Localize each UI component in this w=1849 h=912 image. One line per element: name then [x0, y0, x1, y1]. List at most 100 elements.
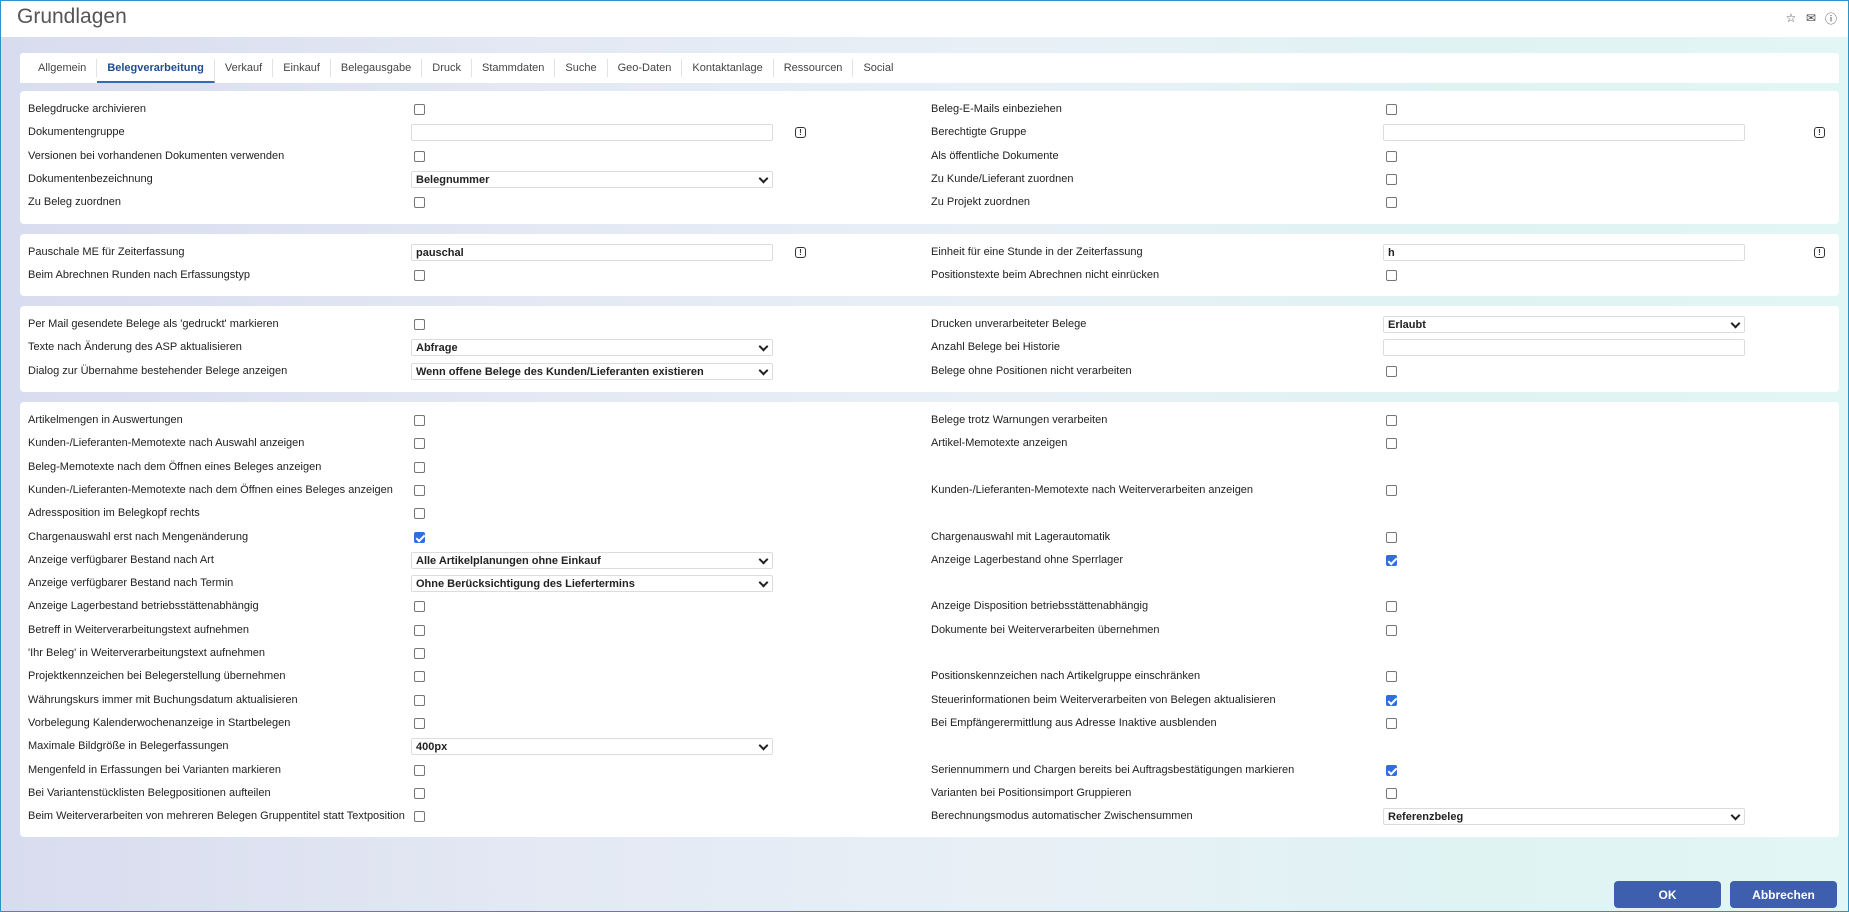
cancel-button[interactable]: Abbrechen	[1730, 881, 1837, 908]
checkbox[interactable]	[1386, 104, 1397, 115]
tab-geo-daten[interactable]: Geo-Daten	[608, 59, 683, 77]
text-field[interactable]	[1383, 339, 1745, 357]
title-icons: ☆ ✉ ⓘ	[1784, 11, 1838, 26]
text-field[interactable]: pauschal	[411, 243, 773, 261]
settings-section-1: Belegdrucke archivieren Beleg-E-Mails ein…	[20, 91, 1839, 224]
dropdown[interactable]: Referenzbeleg	[1383, 808, 1745, 826]
field-label: Betreff in Weiterverarbeitungstext aufne…	[28, 623, 249, 636]
settings-row: Anzeige verfügbarer Bestand nach Termin O…	[20, 574, 1839, 594]
settings-row: Beleg-Memotexte nach dem Öffnen eines Be…	[20, 458, 1839, 478]
star-icon[interactable]: ☆	[1784, 11, 1798, 25]
checkbox[interactable]	[414, 601, 425, 613]
checkbox[interactable]	[1386, 365, 1397, 377]
checkbox[interactable]	[414, 150, 425, 162]
text-field[interactable]	[1383, 124, 1745, 142]
field-label: Dialog zur Übernahme bestehender Belege …	[28, 364, 288, 377]
settings-row: Vorbelegung Kalenderwochenanzeige in Sta…	[20, 714, 1839, 734]
settings-row: 'Ihr Beleg' in Weiterverarbeitungstext a…	[20, 644, 1839, 664]
dropdown[interactable]: Ohne Berücksichtigung des Liefertermins	[411, 575, 773, 593]
tab-einkauf[interactable]: Einkauf	[273, 59, 331, 77]
dropdown[interactable]: Abfrage	[411, 339, 773, 357]
tab-allgemein[interactable]: Allgemein	[28, 59, 98, 77]
field-label: Artikel-Memotexte anzeigen	[931, 437, 1068, 450]
dropdown-value: Referenzbeleg	[1388, 811, 1464, 824]
settings-row: Chargenauswahl erst nach Mengenänderung C…	[20, 528, 1839, 548]
field-label: Maximale Bildgröße in Belegerfassungen	[28, 740, 229, 753]
checkbox[interactable]	[414, 269, 425, 281]
checkbox[interactable]	[1386, 601, 1397, 613]
checkbox[interactable]	[414, 694, 425, 706]
checkbox[interactable]	[414, 438, 425, 450]
ok-button[interactable]: OK	[1614, 881, 1721, 908]
tab-ressourcen[interactable]: Ressourcen	[774, 59, 854, 77]
info-icon[interactable]: !	[1814, 127, 1825, 139]
checkbox[interactable]	[1386, 438, 1397, 450]
field-label: Anzeige verfügbarer Bestand nach Termin	[28, 577, 234, 590]
checkbox[interactable]	[414, 671, 425, 683]
dropdown[interactable]: Wenn offene Belege des Kunden/Lieferante…	[411, 362, 773, 380]
checkbox[interactable]	[414, 484, 425, 496]
checkbox[interactable]	[414, 787, 425, 799]
dropdown[interactable]: 400px	[411, 738, 773, 756]
checkbox[interactable]	[414, 811, 425, 823]
field-label: Zu Projekt zuordnen	[931, 196, 1031, 209]
mail-icon[interactable]: ✉	[1804, 11, 1818, 25]
content-area: Allgemein Belegverarbeitung Verkauf Einkauf…	[1, 37, 1848, 911]
text-field[interactable]: h	[1383, 243, 1745, 261]
checkbox[interactable]	[1386, 173, 1397, 185]
tab-belegverarbeitung[interactable]: Belegverarbeitung	[97, 59, 215, 83]
tab-bar: Allgemein Belegverarbeitung Verkauf Einkauf…	[20, 53, 1839, 83]
settings-row: Kunden-/Lieferanten-Memotexte nach dem Ö…	[20, 481, 1839, 501]
field-label: Bei Empfängerermittlung aus Adresse Inak…	[931, 716, 1217, 729]
checkbox[interactable]	[1386, 764, 1397, 776]
info-icon[interactable]: !	[795, 246, 806, 258]
checkbox[interactable]	[1386, 197, 1397, 209]
checkbox[interactable]	[414, 764, 425, 776]
checkbox[interactable]	[414, 415, 425, 426]
checkbox[interactable]	[1386, 717, 1397, 729]
text-field[interactable]	[411, 124, 773, 142]
settings-section-3: Per Mail gesendete Belege als 'gedruckt'…	[20, 306, 1839, 392]
checkbox[interactable]	[414, 319, 425, 331]
checkbox[interactable]	[414, 104, 425, 115]
tab-social[interactable]: Social	[853, 59, 903, 77]
checkbox[interactable]	[1386, 269, 1397, 281]
checkbox[interactable]	[1386, 150, 1397, 162]
field-label: Vorbelegung Kalenderwochenanzeige in Sta…	[28, 716, 291, 729]
checkbox[interactable]	[1386, 624, 1397, 636]
field-label: Versionen bei vorhandenen Dokumenten ver…	[28, 149, 285, 162]
tab-belegausgabe[interactable]: Belegausgabe	[331, 59, 423, 77]
checkbox[interactable]	[1386, 694, 1397, 706]
checkbox[interactable]	[1386, 671, 1397, 683]
dropdown[interactable]: Alle Artikelplanungen ohne Einkauf	[411, 551, 773, 569]
dropdown[interactable]: Belegnummer	[411, 170, 773, 188]
dropdown[interactable]: Erlaubt	[1383, 316, 1745, 334]
settings-row: Artikelmengen in Auswertungen Belege trot…	[20, 411, 1839, 431]
checkbox[interactable]	[1386, 415, 1397, 426]
tab-verkauf[interactable]: Verkauf	[215, 59, 274, 77]
field-label: Anzeige Lagerbestand betriebsstättenabhä…	[28, 600, 259, 613]
tab-stammdaten[interactable]: Stammdaten	[472, 59, 556, 77]
checkbox[interactable]	[414, 648, 425, 659]
tab-druck[interactable]: Druck	[422, 59, 472, 77]
checkbox[interactable]	[414, 531, 425, 543]
help-icon[interactable]: ⓘ	[1824, 11, 1838, 26]
field-label: Belege trotz Warnungen verarbeiten	[931, 414, 1108, 426]
field-label: Belege ohne Positionen nicht verarbeiten	[931, 364, 1132, 377]
settings-section-2: Pauschale ME für Zeiterfassung pauschal! E…	[20, 233, 1839, 297]
checkbox[interactable]	[414, 508, 425, 520]
checkbox[interactable]	[1386, 484, 1397, 496]
checkbox[interactable]	[414, 197, 425, 209]
tab-suche[interactable]: Suche	[555, 59, 608, 77]
checkbox[interactable]	[1386, 531, 1397, 543]
checkbox[interactable]	[1386, 787, 1397, 799]
checkbox[interactable]	[414, 717, 425, 729]
info-icon[interactable]: !	[1814, 246, 1825, 258]
checkbox[interactable]	[414, 624, 425, 636]
checkbox[interactable]	[1386, 554, 1397, 566]
checkbox[interactable]	[414, 461, 425, 473]
field-label: Anzeige Disposition betriebsstättenabhän…	[931, 600, 1149, 613]
info-icon[interactable]: !	[795, 127, 806, 139]
settings-row: Dialog zur Übernahme bestehender Belege …	[20, 362, 1839, 382]
tab-kontaktanlage[interactable]: Kontaktanlage	[682, 59, 774, 77]
